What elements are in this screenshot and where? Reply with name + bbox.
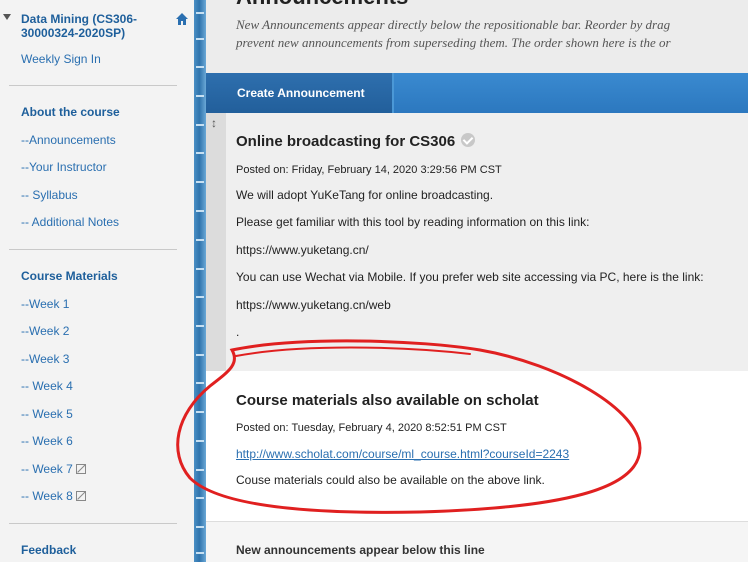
new-announcements-label: New announcements appear below this line xyxy=(236,543,485,557)
check-circle-icon xyxy=(461,133,476,147)
announcement-posted-date: Posted on: Friday, February 14, 2020 3:2… xyxy=(236,164,502,176)
new-announcements-bar[interactable]: New announcements appear below this line xyxy=(206,522,748,562)
sidebar-item-your-instructor[interactable]: --Your Instructor xyxy=(21,160,107,174)
announcement-item: Online broadcasting for CS306 Posted on:… xyxy=(226,113,748,371)
collapse-caret-icon[interactable] xyxy=(3,14,11,20)
announcement-body-line: Please get familiar with this tool by re… xyxy=(236,215,590,229)
sidebar-item-week-4[interactable]: -- Week 4 xyxy=(21,379,73,393)
sidebar-item-feedback[interactable]: Feedback xyxy=(21,543,76,557)
announcement-title[interactable]: Course materials also available on schol… xyxy=(236,392,539,409)
sidebar-item-label: -- Week 8 xyxy=(21,489,73,503)
sidebar-divider xyxy=(9,523,177,524)
announcement-body-line: Couse materials could also be available … xyxy=(236,473,545,487)
action-bar: Create Announcement xyxy=(206,73,748,113)
announcement-body-line: https://www.yuketang.cn/web xyxy=(236,298,391,312)
instruction-line: prevent new announcements from supersedi… xyxy=(236,35,671,50)
sidebar-divider xyxy=(9,85,177,86)
announcements-content: Announcements New Announcements appear d… xyxy=(206,0,748,562)
sidebar-divider xyxy=(9,249,177,250)
sidebar-item-syllabus[interactable]: -- Syllabus xyxy=(21,188,78,202)
sidebar-item-week-7[interactable]: -- Week 7 xyxy=(21,462,86,476)
announcement-body-line: https://www.yuketang.cn/ xyxy=(236,243,369,257)
hidden-from-students-icon xyxy=(75,464,86,474)
create-announcement-button[interactable]: Create Announcement xyxy=(206,73,394,113)
announcement-body-line: We will adopt YuKeTang for online broadc… xyxy=(236,188,494,202)
sidebar-collapse-strip[interactable] xyxy=(194,0,206,562)
sidebar-item-announcements[interactable]: --Announcements xyxy=(21,133,116,147)
sidebar-item-additional-notes[interactable]: -- Additional Notes xyxy=(21,215,119,229)
announcement-item: Course materials also available on schol… xyxy=(206,371,748,522)
page-header: Announcements New Announcements appear d… xyxy=(206,0,748,73)
home-icon[interactable] xyxy=(175,12,189,26)
scholat-course-link[interactable]: http://www.scholat.com/course/ml_course.… xyxy=(236,447,569,461)
sidebar-item-week-5[interactable]: -- Week 5 xyxy=(21,407,73,421)
reorder-column xyxy=(206,113,226,371)
sidebar-item-week-1[interactable]: --Week 1 xyxy=(21,297,69,311)
sidebar-item-week-3[interactable]: --Week 3 xyxy=(21,352,69,366)
announcement-title[interactable]: Online broadcasting for CS306 xyxy=(236,133,476,150)
sidebar-item-week-8[interactable]: -- Week 8 xyxy=(21,489,86,503)
course-menu-sidebar: Data Mining (CS306-30000324-2020SP) Week… xyxy=(0,0,194,562)
announcement-body-line: You can use Wechat via Mobile. If you pr… xyxy=(236,270,704,284)
sidebar-heading-course-materials[interactable]: Course Materials xyxy=(21,269,118,283)
announcement-posted-date: Posted on: Tuesday, February 4, 2020 8:5… xyxy=(236,422,507,434)
announcement-body-line: . xyxy=(236,325,240,339)
sidebar-heading-about[interactable]: About the course xyxy=(21,105,120,119)
page-title: Announcements xyxy=(236,0,408,10)
sidebar-item-week-2[interactable]: --Week 2 xyxy=(21,324,69,338)
course-title[interactable]: Data Mining (CS306-30000324-2020SP) xyxy=(21,12,161,40)
sidebar-item-label: -- Week 7 xyxy=(21,462,73,476)
sidebar-item-week-6[interactable]: -- Week 6 xyxy=(21,434,73,448)
page-instructions: New Announcements appear directly below … xyxy=(236,16,748,52)
instruction-line: New Announcements appear directly below … xyxy=(236,17,671,32)
drag-handle-icon[interactable]: ↕ xyxy=(211,116,217,130)
hidden-from-students-icon xyxy=(75,491,86,501)
announcement-title-text: Online broadcasting for CS306 xyxy=(236,133,456,150)
sidebar-item-weekly-sign-in[interactable]: Weekly Sign In xyxy=(21,52,101,66)
